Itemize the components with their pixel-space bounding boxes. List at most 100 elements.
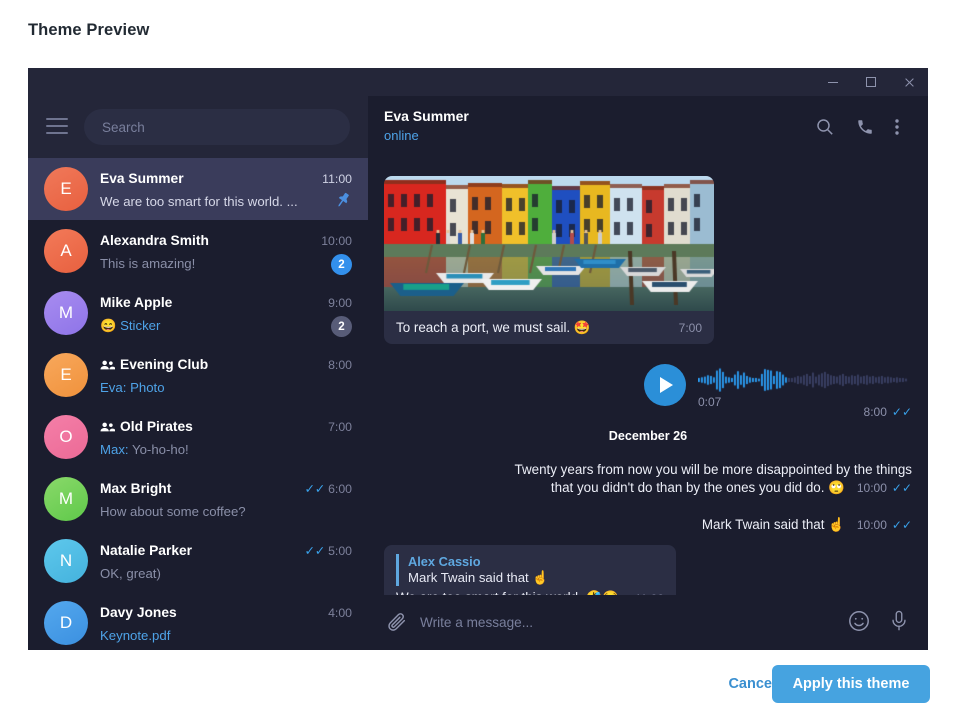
chat-name-text: Davy Jones [100, 605, 177, 620]
avatar: A [44, 229, 88, 273]
chat-time: 4:00 [328, 606, 352, 620]
maximize-icon[interactable] [852, 68, 890, 96]
reply-quote-text: Mark Twain said that ☝️ [408, 570, 549, 585]
chat-list-item[interactable]: O Old Pirates Max: Yo-ho-ho! 7:00 [28, 406, 368, 468]
apply-theme-button[interactable]: Apply this theme [772, 665, 930, 703]
chat-list-item[interactable]: E Evening Club Eva: Photo 8:00 [28, 344, 368, 406]
outgoing-message[interactable]: Mark Twain said that ☝️ 10:00 ✓✓ [492, 516, 912, 534]
avatar: D [44, 601, 88, 645]
close-icon[interactable] [890, 68, 928, 96]
chat-preview: OK, great) [100, 566, 161, 581]
more-vertical-icon[interactable] [884, 114, 910, 140]
read-ticks-icon: ✓✓ [304, 482, 326, 496]
message-meta: 10:00 ✓✓ [857, 481, 912, 497]
peer-status: online [384, 128, 419, 143]
message-input[interactable] [420, 611, 800, 633]
chat-time: ✓✓ 5:00 [304, 544, 352, 558]
avatar: M [44, 291, 88, 335]
chat-time-text: 9:00 [328, 296, 352, 310]
preview-text: This is amazing! [100, 256, 196, 271]
chat-name: Davy Jones [100, 605, 177, 620]
chat-time: 7:00 [328, 420, 352, 434]
voice-message[interactable]: 0:07 8:00 ✓✓ [644, 362, 912, 424]
chat-name-text: Max Bright [100, 481, 172, 496]
photo-attachment[interactable] [384, 176, 714, 311]
chat-time-text: 5:00 [328, 544, 352, 558]
search-input[interactable] [102, 119, 322, 135]
conversation-pane: Eva Summer online To reach a port, we mu… [368, 96, 928, 650]
preview-text: We are too smart for this world. ... [100, 194, 298, 209]
photo-caption-text: To reach a port, we must sail. 🤩 [396, 319, 591, 335]
read-ticks-icon: ✓✓ [891, 518, 912, 532]
voice-message-time: 8:00 [863, 405, 887, 419]
phone-icon[interactable] [852, 114, 878, 140]
cancel-button[interactable]: Cancel [728, 676, 776, 692]
message-time: 10:00 [856, 518, 887, 532]
avatar: E [44, 167, 88, 211]
chat-name: Mike Apple [100, 295, 172, 310]
chat-preview: 😄 Sticker [100, 318, 160, 334]
photo-caption: To reach a port, we must sail. 🤩 7:00 [384, 311, 714, 344]
chat-list-item[interactable]: D Davy Jones Keynote.pdf 4:00 [28, 592, 368, 650]
chat-name: Evening Club [100, 357, 208, 372]
avatar: E [44, 353, 88, 397]
chat-preview: This is amazing! [100, 256, 195, 271]
theme-preview-window: E Eva Summer We are too smart for this wor… [28, 68, 928, 650]
chat-list-item[interactable]: N Natalie Parker OK, great) ✓✓ 5:00 [28, 530, 368, 592]
chat-list-item[interactable]: A Alexandra Smith This is amazing! 10:00 2 [28, 220, 368, 282]
date-divider: December 26 [608, 429, 688, 443]
preview-text: OK, great) [100, 566, 161, 581]
chat-list-item[interactable]: M Max Bright How about some coffee? ✓✓ 6:00 [28, 468, 368, 530]
chat-name: Eva Summer [100, 171, 184, 186]
chat-list-item[interactable]: M Mike Apple 😄 Sticker 9:00 2 [28, 282, 368, 344]
chat-list-item[interactable]: E Eva Summer We are too smart for this wor… [28, 158, 368, 220]
search-box[interactable] [84, 109, 350, 145]
unread-badge: 2 [331, 316, 352, 337]
chat-time: 10:00 [321, 234, 352, 248]
chat-time-text: 6:00 [328, 482, 352, 496]
message-meta: 10:00 ✓✓ [857, 518, 912, 534]
preview-text: Yo-ho-ho! [132, 442, 189, 457]
chat-preview: Keynote.pdf [100, 628, 170, 643]
avatar: N [44, 539, 88, 583]
reply-quote-author: Alex Cassio [408, 554, 481, 569]
chat-time-text: 10:00 [321, 234, 352, 248]
search-icon[interactable] [812, 114, 838, 140]
chat-name-text: Evening Club [120, 357, 209, 372]
chat-name-text: Old Pirates [120, 419, 193, 434]
reply-quote[interactable]: Alex Cassio Mark Twain said that ☝️ [396, 554, 664, 586]
chat-name-text: Natalie Parker [100, 543, 193, 558]
chat-time-text: 11:00 [322, 172, 352, 186]
chat-preview: Max: Yo-ho-ho! [100, 442, 189, 457]
chat-time-text: 4:00 [328, 606, 352, 620]
message-text: Mark Twain said that ☝️ [701, 517, 845, 532]
chat-name: Max Bright [100, 481, 171, 496]
avatar: O [44, 415, 88, 459]
chat-time-text: 8:00 [328, 358, 352, 372]
pin-icon [334, 191, 352, 209]
outgoing-message[interactable]: Twenty years from now you will be more d… [492, 461, 912, 497]
photo-message-time: 7:00 [678, 321, 702, 335]
paperclip-icon[interactable] [386, 610, 408, 634]
preview-text: Keynote.pdf [100, 628, 171, 643]
read-ticks-icon: ✓✓ [304, 544, 326, 558]
smiley-icon[interactable] [847, 609, 871, 633]
message-text: Twenty years from now you will be more d… [514, 462, 912, 495]
play-icon[interactable] [644, 364, 686, 406]
minimize-icon[interactable] [814, 68, 852, 96]
chat-time-text: 7:00 [328, 420, 352, 434]
group-icon [100, 421, 116, 433]
chat-list[interactable]: E Eva Summer We are too smart for this wor… [28, 158, 368, 650]
page-title: Theme Preview [28, 21, 150, 39]
group-icon [100, 359, 116, 371]
hamburger-icon[interactable] [46, 118, 68, 134]
message-time: 10:00 [856, 480, 887, 495]
read-ticks-icon: ✓✓ [891, 480, 912, 495]
unread-badge: 2 [331, 254, 352, 275]
photo-message[interactable]: To reach a port, we must sail. 🤩 7:00 [384, 176, 714, 344]
chat-preview: How about some coffee? [100, 504, 246, 519]
chat-name-text: Mike Apple [100, 295, 173, 310]
voice-waveform[interactable] [698, 366, 910, 392]
microphone-icon[interactable] [888, 608, 910, 634]
message-composer [368, 595, 928, 650]
